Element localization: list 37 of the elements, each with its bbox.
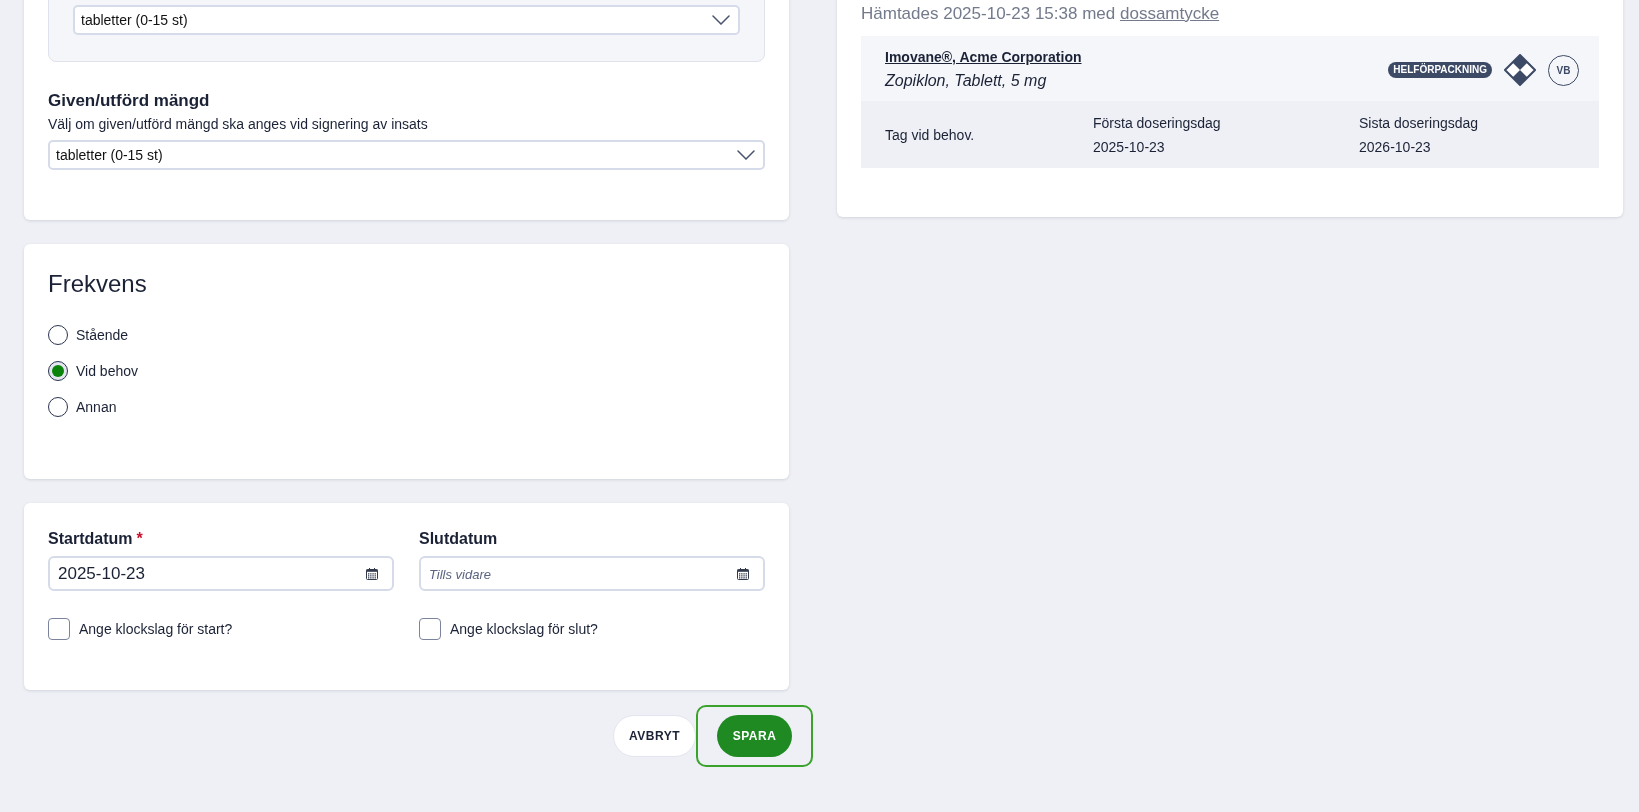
package-badge: HELFÖRPACKNING — [1388, 62, 1492, 78]
checkbox[interactable] — [419, 618, 441, 640]
checkbox[interactable] — [48, 618, 70, 640]
chevron-down-icon — [712, 15, 730, 25]
date-field[interactable]: 2025-10-23 — [48, 556, 394, 591]
checkbox-label: Ange klockslag för start? — [79, 620, 233, 639]
field-value: 2025-10-23 — [1093, 138, 1166, 157]
medication-description: Zopiklon, Tablett, 5 mg — [885, 71, 1048, 91]
fetched-info: Hämtades 2025-10-23 15:38 med dossamtycke — [861, 4, 1221, 24]
field-label: Sista doseringsdag — [1359, 114, 1480, 133]
date-field[interactable]: Tills vidare — [419, 556, 765, 591]
radio-label: Stående — [76, 326, 129, 345]
radio-label: Vid behov — [76, 362, 138, 381]
field-label: Slutdatum — [419, 529, 498, 549]
radio-button[interactable] — [48, 325, 68, 345]
dropdown[interactable]: tabletter (0-15 st) — [48, 140, 765, 170]
dropdown[interactable]: tabletter (0-15 st) — [73, 5, 740, 35]
checkered-diamond-icon — [1504, 54, 1536, 86]
section-title: Given/utförd mängd — [48, 90, 211, 112]
required-mark: * — [136, 529, 143, 549]
medication-link[interactable]: Imovane®, Acme Corporation — [885, 48, 1082, 66]
instruction-text: Tag vid behov. — [885, 126, 976, 145]
radio-button[interactable] — [48, 361, 68, 381]
calendar-icon[interactable] — [366, 568, 378, 580]
field-label: Startdatum — [48, 529, 133, 549]
save-button[interactable]: SPARA — [717, 715, 792, 757]
cancel-button[interactable]: AVBRYT — [613, 715, 696, 757]
field-label: Första doseringsdag — [1093, 114, 1222, 133]
section-title: Frekvens — [48, 269, 148, 299]
radio-button[interactable] — [48, 397, 68, 417]
radio-label: Annan — [76, 398, 117, 417]
calendar-icon[interactable] — [737, 568, 749, 580]
section-description: Välj om given/utförd mängd ska anges vid signering av insats — [48, 115, 429, 134]
checkbox-label: Ange klockslag för slut? — [450, 620, 598, 639]
chevron-down-icon — [737, 150, 755, 160]
consent-link[interactable]: dossamtycke — [1119, 4, 1220, 23]
field-value: 2026-10-23 — [1359, 138, 1432, 157]
